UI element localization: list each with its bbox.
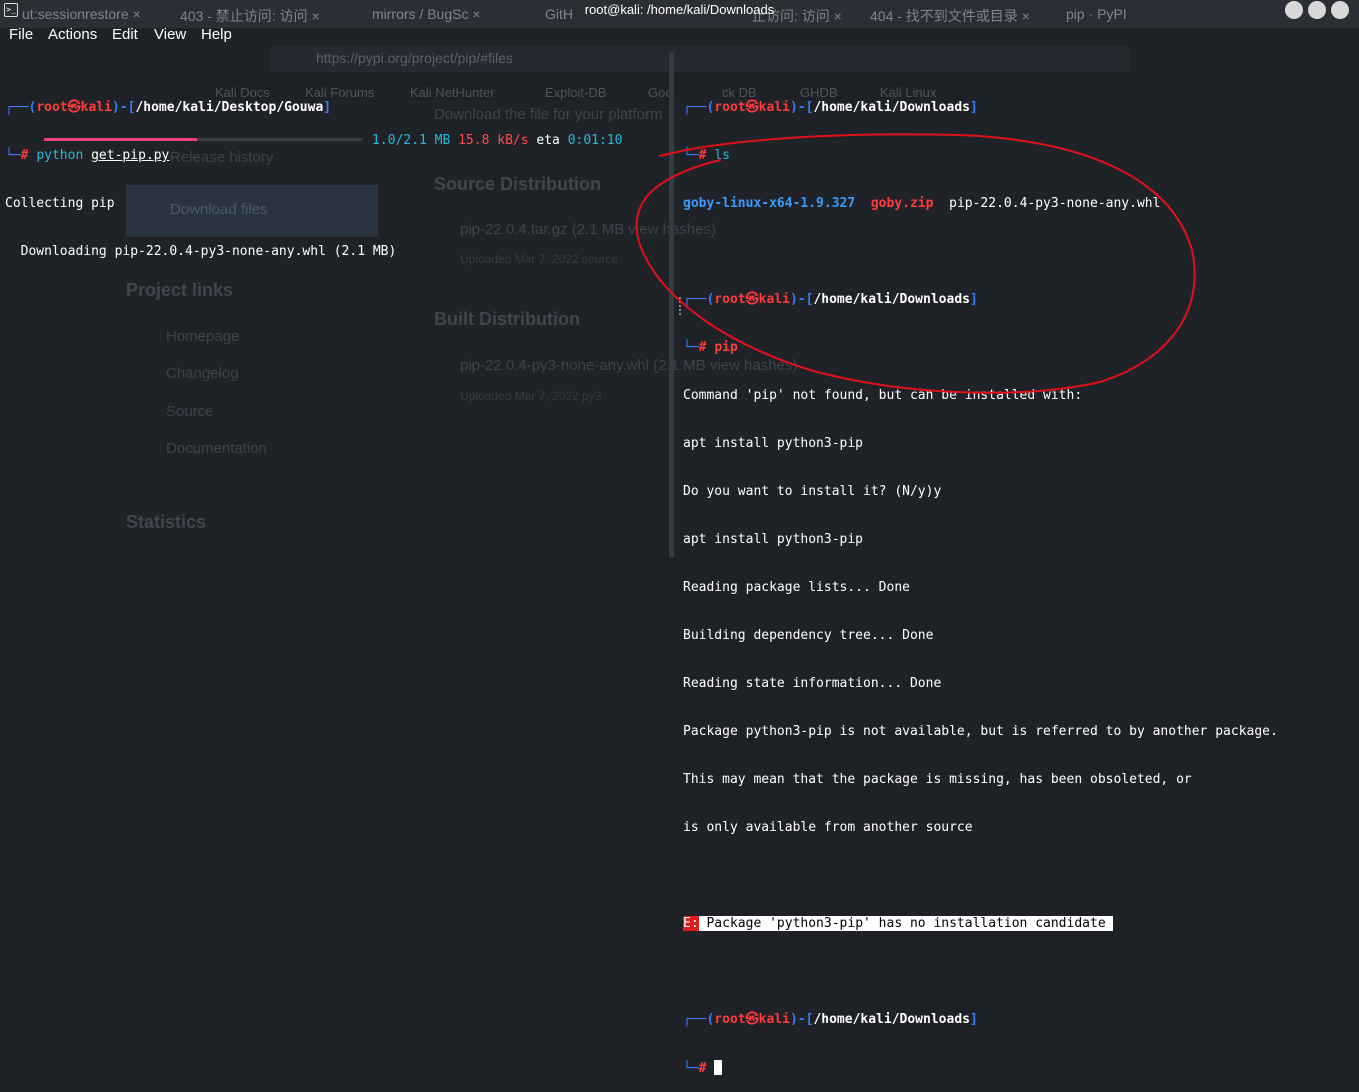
page-intro: Download the file for your platform <box>434 106 663 123</box>
prompt-line-1: ┌──(root㉿kali)-[/home/kali/Desktop/Gouwa… <box>5 100 332 115</box>
output-line: Do you want to install it? (N/y)y <box>683 484 942 499</box>
download-progress-stats: 1.0/2.1 MB 15.8 kB/s eta 0:01:10 <box>372 133 623 148</box>
browser-bookmark: Exploit-DB <box>545 85 607 100</box>
output-line: is only available from another source <box>683 820 973 835</box>
error-line: E: Package 'python3-pip' has no installa… <box>683 916 1278 932</box>
ls-output: goby-linux-x64-1.9.327 goby.zip pip-22.0… <box>683 196 1278 212</box>
sdist-file-link: pip-22.0.4.tar.gz (2.1 MB view hashes) <box>460 221 716 238</box>
source-distribution-heading: Source Distribution <box>434 174 602 194</box>
project-links-heading: Project links <box>126 280 234 300</box>
prompt-line-1: ┌──(root㉿kali)-[/home/kali/Downloads] <box>683 100 978 115</box>
output-line: Reading state information... Done <box>683 676 942 691</box>
window-titlebar[interactable]: >_ root@kali: /home/kali/Downloads <box>0 0 1359 20</box>
wheel-uploaded: Uploaded Mar 7, 2022 py3 <box>460 389 602 403</box>
close-button[interactable] <box>1331 1 1349 19</box>
output-line: Package python3-pip is not available, bu… <box>683 724 1278 739</box>
changelog-link: Changelog <box>166 365 239 382</box>
output-line: Building dependency tree... Done <box>683 628 934 643</box>
menu-view[interactable]: View <box>154 26 186 43</box>
ls-file-whl: pip-22.0.4-py3-none-any.whl <box>949 196 1161 211</box>
minimize-button[interactable] <box>1285 1 1303 19</box>
output-line: This may mean that the package is missin… <box>683 772 1192 787</box>
output-line: Reading package lists... Done <box>683 580 910 595</box>
menu-actions[interactable]: Actions <box>48 26 97 43</box>
text-cursor <box>714 1060 723 1075</box>
output-collecting: Collecting pip <box>5 196 115 211</box>
right-terminal-pane[interactable]: ┌──(root㉿kali)-[/home/kali/Downloads] └─… <box>683 68 1278 1092</box>
statistics-heading: Statistics <box>126 512 207 532</box>
ls-file-dir: goby-linux-x64-1.9.327 <box>683 196 856 211</box>
source-link: Source <box>166 403 214 420</box>
prompt-line-2: └─# pip <box>683 340 738 355</box>
split-divider[interactable] <box>669 52 674 557</box>
menu-help[interactable]: Help <box>201 26 232 43</box>
download-progress-bar <box>44 138 362 141</box>
sdist-uploaded: Uploaded Mar 7, 2022 source <box>460 252 619 266</box>
output-line: apt install python3-pip <box>683 532 864 547</box>
output-line: Command 'pip' not found, but can be inst… <box>683 388 1083 403</box>
menu-file[interactable]: File <box>9 26 33 43</box>
prompt-line-1: ┌──(root㉿kali)-[/home/kali/Downloads] <box>683 1012 978 1027</box>
browser-bookmark: Kali NetHunter <box>410 85 495 100</box>
prompt-line-1: ┌──(root㉿kali)-[/home/kali/Downloads] <box>683 292 978 307</box>
homepage-link: Homepage <box>166 328 240 345</box>
window-title: root@kali: /home/kali/Downloads <box>584 2 775 17</box>
ls-file-zip: goby.zip <box>870 196 934 211</box>
error-code: E: <box>683 916 699 931</box>
prompt-line-2: └─# python get-pip.py <box>5 148 170 163</box>
left-terminal-pane[interactable]: ┌──(root㉿kali)-[/home/kali/Desktop/Gouwa… <box>5 68 396 276</box>
maximize-button[interactable] <box>1308 1 1326 19</box>
built-distribution-heading: Built Distribution <box>434 309 580 329</box>
output-line: apt install python3-pip <box>683 436 864 451</box>
documentation-link: Documentation <box>166 440 267 457</box>
menu-edit[interactable]: Edit <box>112 26 138 43</box>
prompt-line-2: └─# <box>683 1060 1278 1076</box>
download-progress-fill <box>44 138 197 141</box>
error-message: Package 'python3-pip' has no installatio… <box>698 916 1114 931</box>
browser-url-text: https://pypi.org/project/pip/#files <box>316 50 513 66</box>
output-downloading: Downloading pip-22.0.4-py3-none-any.whl … <box>5 244 397 259</box>
prompt-line-2: └─# ls <box>683 148 730 163</box>
